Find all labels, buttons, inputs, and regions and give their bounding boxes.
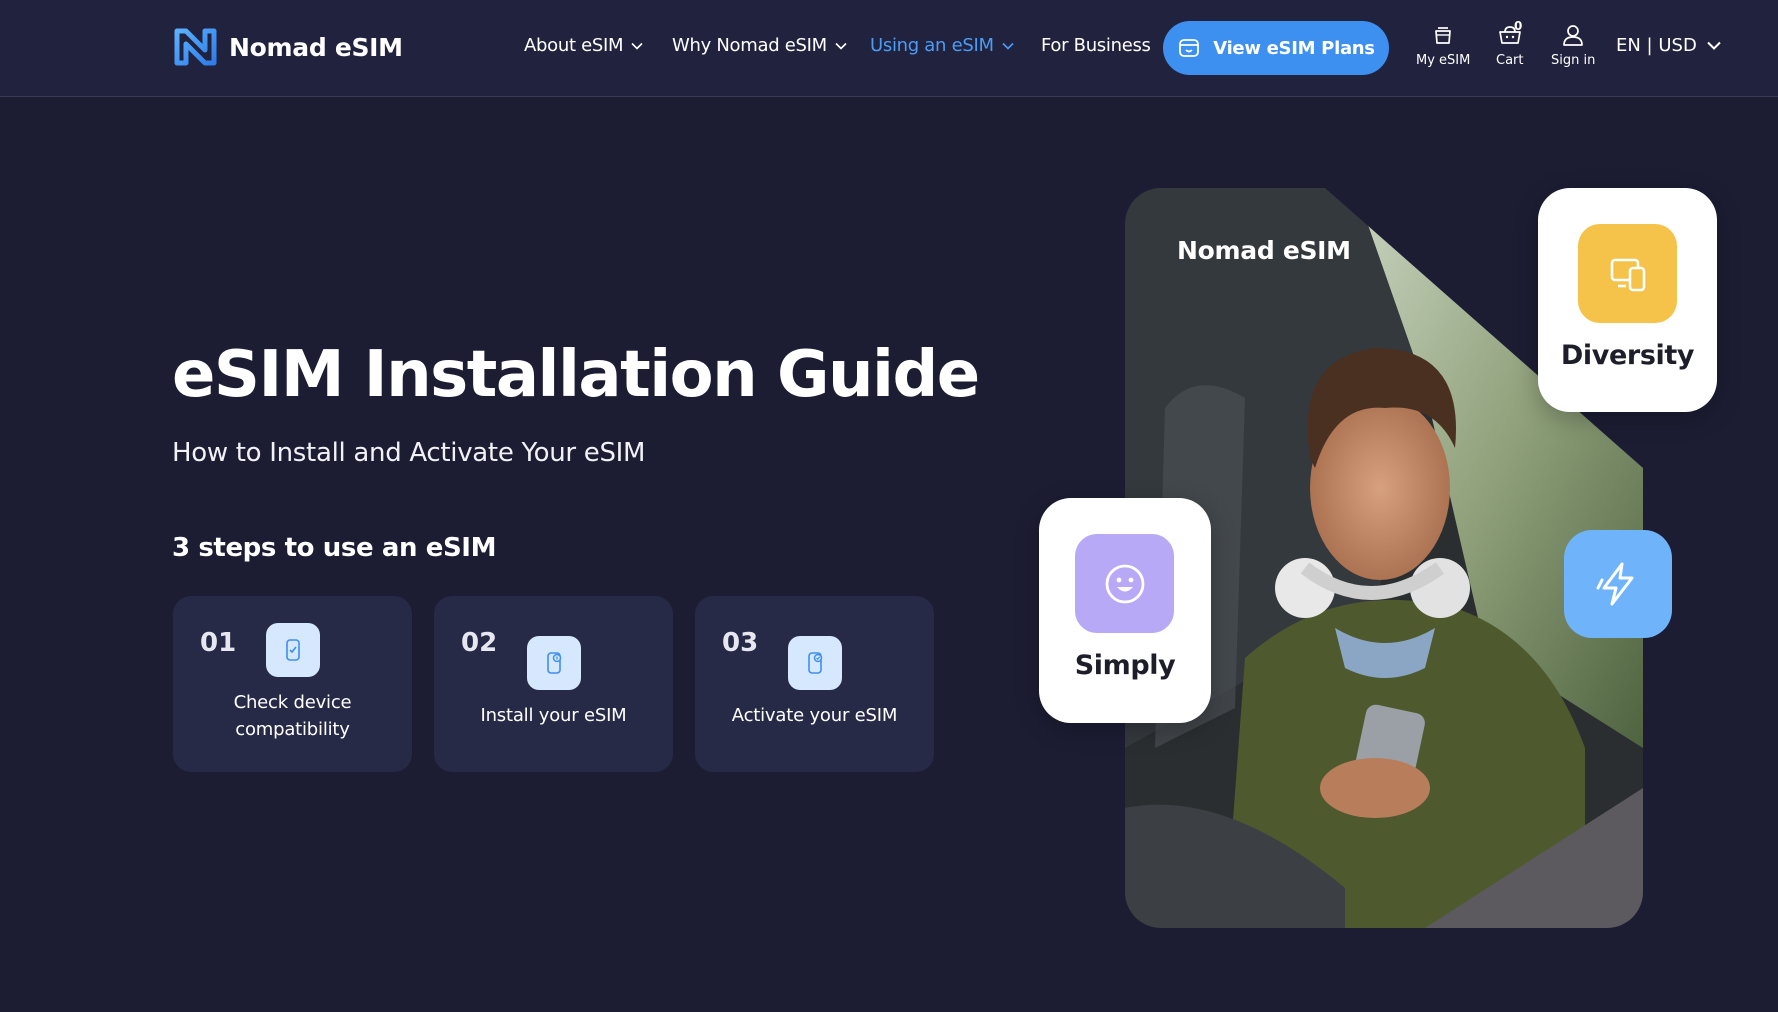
phone-install-icon — [527, 636, 581, 690]
sign-in-label: Sign in — [1551, 53, 1596, 68]
chevron-down-icon — [1707, 41, 1721, 50]
page-title: eSIM Installation Guide — [172, 338, 980, 412]
diversity-label: Diversity — [1560, 340, 1695, 371]
lightning-icon — [1564, 530, 1672, 638]
simply-label: Simply — [1074, 650, 1176, 681]
sim-card-icon — [1435, 27, 1452, 44]
nav-why-nomad[interactable]: Why Nomad eSIM — [672, 35, 847, 56]
step-card-1[interactable]: 01 Check device compatibility — [173, 596, 412, 772]
locale-selector[interactable]: EN | USD — [1616, 35, 1721, 56]
step-number: 03 — [722, 628, 759, 658]
step-label: Check device compatibility — [173, 689, 412, 743]
cart-label: Cart — [1496, 53, 1524, 68]
my-esim-label: My eSIM — [1416, 53, 1471, 68]
view-esim-plans-label: View eSIM Plans — [1213, 37, 1375, 59]
smile-icon — [1075, 534, 1174, 633]
diversity-card: Diversity — [1538, 188, 1717, 412]
my-esim-link[interactable]: My eSIM — [1416, 23, 1470, 68]
step-label-line: Check device — [233, 692, 352, 713]
step-label: Activate your eSIM — [731, 705, 898, 726]
chevron-down-icon — [631, 42, 643, 50]
brand-logo[interactable]: Nomad eSIM — [173, 27, 403, 67]
step-number: 02 — [461, 628, 498, 658]
chevron-down-icon — [1002, 42, 1014, 50]
view-esim-plans-button[interactable]: View eSIM Plans — [1163, 21, 1389, 75]
nav-about-esim-label: About eSIM — [524, 35, 624, 56]
step-label-line: compatibility — [235, 719, 350, 740]
nav-for-business[interactable]: For Business — [1041, 35, 1151, 56]
simply-card: Simply — [1039, 498, 1211, 723]
brand-name: Nomad eSIM — [229, 32, 403, 62]
store-icon — [1179, 39, 1200, 57]
photo-brand-text: Nomad eSIM — [1177, 236, 1351, 265]
nav-why-nomad-label: Why Nomad eSIM — [672, 35, 827, 56]
nav-using-esim-label: Using an eSIM — [870, 35, 994, 56]
locale-label: EN | USD — [1616, 35, 1697, 56]
step-card-2[interactable]: 02 Install your eSIM — [434, 596, 673, 772]
cart-count-badge: 0 — [1514, 19, 1523, 33]
devices-icon — [1578, 224, 1677, 323]
step-card-3[interactable]: 03 Activate your eSIM — [695, 596, 934, 772]
nav-about-esim[interactable]: About eSIM — [524, 35, 643, 56]
step-number: 01 — [200, 628, 237, 658]
sign-in-link[interactable]: Sign in — [1551, 23, 1595, 68]
nav-for-business-label: For Business — [1041, 35, 1151, 56]
nav-using-esim[interactable]: Using an eSIM — [870, 35, 1014, 56]
phone-activate-icon — [788, 636, 842, 690]
steps-heading: 3 steps to use an eSIM — [172, 533, 497, 563]
phone-check-icon — [266, 623, 320, 677]
chevron-down-icon — [835, 42, 847, 50]
step-label: Install your eSIM — [480, 705, 627, 726]
cart-link[interactable]: 0 Cart — [1496, 19, 1524, 68]
nomad-logo-icon — [174, 28, 217, 66]
site-header: Nomad eSIM About eSIM Why Nomad eSIM Usi… — [0, 0, 1778, 97]
page-subtitle: How to Install and Activate Your eSIM — [172, 438, 646, 468]
user-icon — [1563, 25, 1584, 46]
